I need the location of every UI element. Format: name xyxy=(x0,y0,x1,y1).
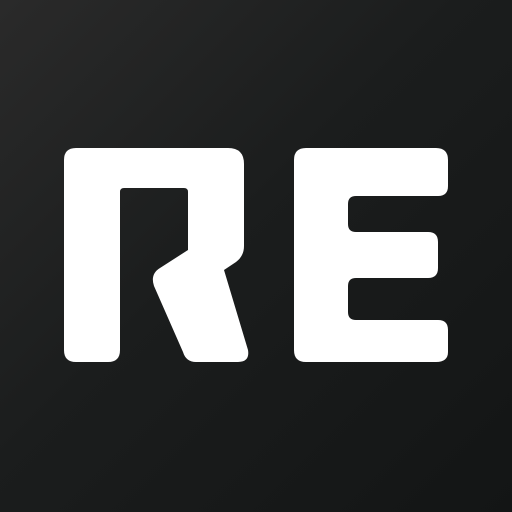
re-logo xyxy=(64,148,448,362)
logo-letter-r xyxy=(64,148,249,362)
app-icon: RE xyxy=(0,0,512,512)
logo-letter-e xyxy=(294,148,448,362)
